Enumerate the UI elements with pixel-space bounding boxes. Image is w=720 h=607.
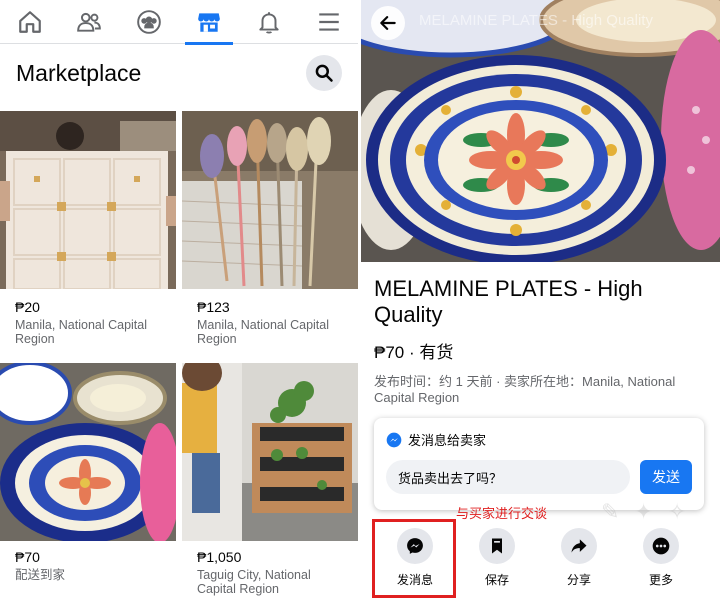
action-save-label: 保存	[484, 573, 509, 587]
friends-icon	[77, 12, 101, 32]
listing-photo-plates	[0, 363, 176, 541]
hero-overlay-title: MELAMINE PLATES - High Quality	[419, 12, 653, 29]
listing-photo-dried-flowers	[182, 111, 358, 289]
action-share-circle	[561, 528, 597, 564]
listing-hero-photo: MELAMINE PLATES - High Quality	[361, 0, 720, 262]
listing-location: Manila, National Capital Region	[15, 318, 148, 346]
listing-location: Taguig City, National Capital Region	[197, 568, 311, 596]
bell-icon	[259, 12, 279, 34]
listing-photo-tiles	[0, 111, 176, 289]
listing-detail-panel: MELAMINE PLATES - High Quality MELAMINE …	[361, 0, 720, 607]
listing-price: ₱1,050	[197, 549, 242, 565]
listing-card[interactable]: ₱70 配送到家	[0, 363, 176, 607]
page-title: Marketplace	[16, 60, 142, 86]
action-share-label: 分享	[566, 573, 591, 587]
message-seller-card: 发消息给卖家 货品卖出去了吗？ 发送	[374, 418, 704, 510]
arrow-left-icon	[380, 16, 396, 30]
listing-card[interactable]: ₱20 Manila, National Capital Region	[0, 111, 176, 361]
nav-notifications[interactable]	[239, 0, 299, 44]
listing-card[interactable]: ₱1,050 Taguig City, National Capital Reg…	[182, 363, 358, 607]
action-save[interactable]: 保存	[467, 528, 527, 594]
nav-marketplace[interactable]	[179, 0, 239, 45]
listing-location: 配送到家	[15, 568, 66, 582]
listing-price: ₱70	[15, 549, 40, 565]
listing-location: Manila, National Capital Region	[197, 318, 330, 346]
bookmark-icon	[492, 538, 502, 554]
message-card-title: 发消息给卖家	[408, 433, 487, 448]
message-input[interactable]: 货品卖出去了吗？	[386, 460, 630, 494]
home-icon	[19, 11, 41, 33]
top-navigation-bar	[0, 0, 358, 45]
listing-price-status: ₱70 · 有货	[374, 343, 454, 362]
marketplace-list-panel: Marketplace ₱20 Manila, National Capital…	[0, 0, 358, 607]
highlight-box	[372, 519, 456, 598]
action-more-circle	[643, 528, 679, 564]
listing-photo-plant-shelf	[182, 363, 358, 541]
nav-friends[interactable]	[59, 0, 119, 44]
marketplace-icon	[198, 13, 220, 32]
search-icon	[315, 64, 333, 82]
nav-home[interactable]	[0, 0, 60, 44]
share-icon	[571, 539, 587, 553]
groups-icon	[137, 10, 161, 34]
back-button[interactable]	[371, 6, 405, 40]
action-save-circle	[479, 528, 515, 564]
watermark: ✎ ✦ ✧	[601, 500, 691, 525]
listing-card[interactable]: ₱123 Manila, National Capital Region	[182, 111, 358, 361]
nav-menu[interactable]	[299, 0, 358, 44]
messenger-icon	[386, 432, 402, 447]
action-more[interactable]: 更多	[631, 528, 691, 594]
more-icon	[652, 537, 670, 555]
listing-title: MELAMINE PLATES - High Quality	[374, 276, 643, 327]
action-share[interactable]: 分享	[549, 528, 609, 594]
message-card-header: 发消息给卖家	[386, 430, 486, 449]
listing-price: ₱20	[15, 299, 40, 315]
action-more-label: 更多	[648, 573, 673, 587]
nav-groups[interactable]	[119, 0, 179, 44]
search-button[interactable]	[306, 55, 342, 91]
annotation-label: 与买家进行交谈	[456, 506, 548, 521]
menu-icon	[319, 13, 339, 31]
send-button[interactable]: 发送	[640, 460, 692, 494]
listing-meta: 发布时间：约 1 天前 · 卖家所在地：Manila, National Cap…	[374, 374, 676, 405]
listing-price: ₱123	[197, 299, 230, 315]
